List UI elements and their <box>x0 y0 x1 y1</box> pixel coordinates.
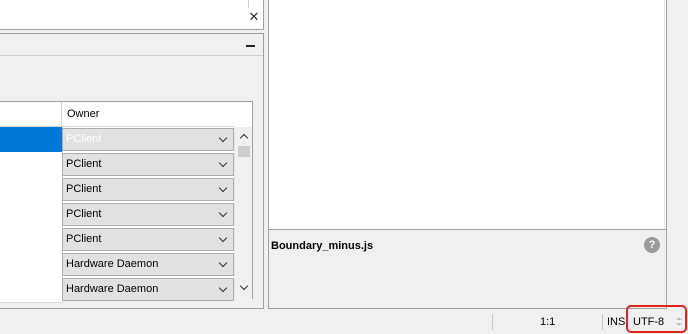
status-bar: 1:1 INS UTF-8 <box>0 311 688 334</box>
owner-dropdown[interactable]: Hardware Daemon <box>62 253 234 276</box>
column-header-name[interactable] <box>0 102 62 127</box>
encoding-value: UTF-8 <box>633 316 665 328</box>
table-row[interactable]: PClient <box>0 202 234 228</box>
table-row[interactable]: Hardware Daemon <box>0 252 234 278</box>
chevron-down-icon[interactable] <box>220 210 227 217</box>
owner-value: Hardware Daemon <box>66 283 159 295</box>
owner-table: Owner PClient PClient PClient PClient PClien… <box>0 101 253 303</box>
panel-header <box>0 34 263 56</box>
name-cell[interactable] <box>0 227 63 253</box>
script-filename: Boundary_minus.js <box>271 240 374 252</box>
name-cell[interactable] <box>0 277 63 303</box>
info-pane: Boundary_minus.js ? <box>268 230 667 309</box>
column-header-owner[interactable]: Owner <box>62 102 234 127</box>
name-cell[interactable] <box>0 202 63 228</box>
chevron-down-icon[interactable] <box>220 285 227 292</box>
owner-value: PClient <box>66 233 102 245</box>
top-panel <box>0 0 264 30</box>
script-editor[interactable] <box>268 0 667 230</box>
owner-dropdown[interactable]: PClient <box>62 128 234 151</box>
close-icon[interactable]: ✕ <box>247 10 261 24</box>
owner-panel: Owner PClient PClient PClient PClient PClien… <box>0 33 264 309</box>
owner-dropdown[interactable]: PClient <box>62 203 234 226</box>
name-cell[interactable] <box>0 177 63 203</box>
table-row[interactable]: PClient <box>0 227 234 253</box>
name-cell[interactable] <box>0 127 63 153</box>
owner-dropdown[interactable]: PClient <box>62 153 234 176</box>
chevron-down-icon[interactable] <box>220 185 227 192</box>
chevron-down-icon[interactable] <box>220 135 227 142</box>
help-icon[interactable]: ? <box>644 237 660 253</box>
chevron-down-icon[interactable] <box>220 235 227 242</box>
owner-dropdown[interactable]: PClient <box>62 228 234 251</box>
panel-edge <box>248 0 249 8</box>
table-row[interactable]: PClient <box>0 127 234 153</box>
owner-value: Hardware Daemon <box>66 258 159 270</box>
owner-dropdown[interactable]: PClient <box>62 178 234 201</box>
name-cell[interactable] <box>0 252 63 278</box>
owner-value: PClient <box>66 133 102 145</box>
minimize-icon[interactable] <box>244 38 258 52</box>
owner-value: PClient <box>66 183 102 195</box>
spinner-arrows-icon[interactable] <box>675 317 682 327</box>
status-separator <box>602 314 603 330</box>
vertical-scrollbar[interactable] <box>234 127 252 299</box>
table-row[interactable]: PClient <box>0 152 234 178</box>
owner-value: PClient <box>66 158 102 170</box>
insert-mode: INS <box>607 316 626 328</box>
chevron-down-icon[interactable] <box>220 160 227 167</box>
editor-edge <box>664 0 665 229</box>
chevron-down-icon[interactable] <box>239 283 249 293</box>
scrollbar-thumb[interactable] <box>238 146 250 157</box>
table-row[interactable]: PClient <box>0 177 234 203</box>
chevron-up-icon[interactable] <box>239 131 249 141</box>
status-separator <box>492 314 493 330</box>
owner-value: PClient <box>66 208 102 220</box>
owner-dropdown[interactable]: Hardware Daemon <box>62 278 234 301</box>
name-cell[interactable] <box>0 152 63 178</box>
table-row[interactable]: Hardware Daemon <box>0 277 234 303</box>
chevron-down-icon[interactable] <box>220 260 227 267</box>
cursor-position: 1:1 <box>540 316 556 328</box>
encoding-selector[interactable]: UTF-8 <box>630 313 685 332</box>
